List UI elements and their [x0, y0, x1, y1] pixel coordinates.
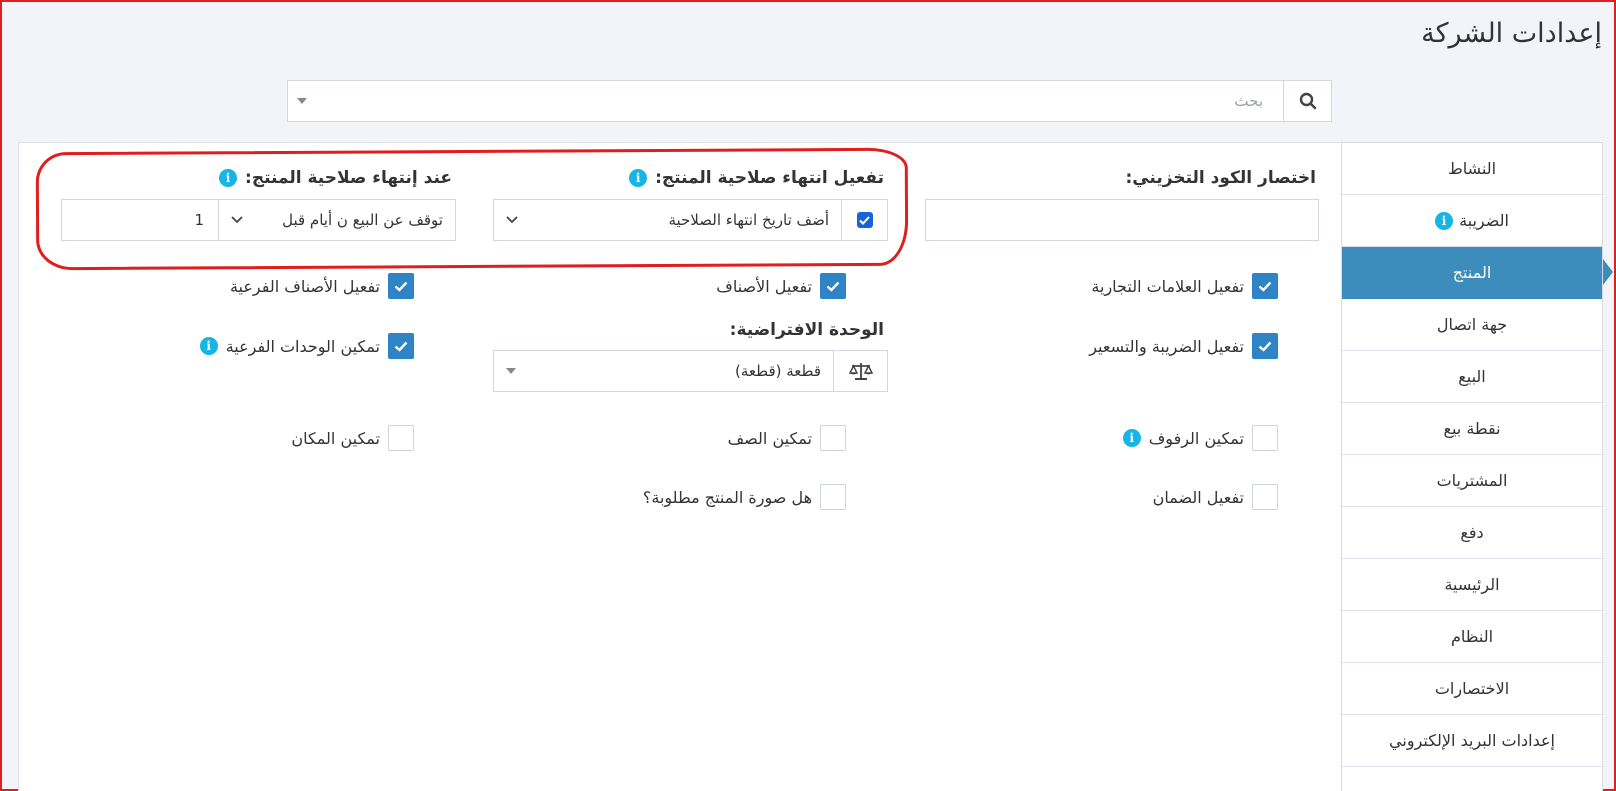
- checkmark-icon: [826, 281, 840, 292]
- enable-tax-pricing-row: تفعيل الضريبة والتسعير: [1089, 333, 1278, 359]
- search-dropdown-toggle[interactable]: [288, 81, 316, 121]
- enable-categories-checkbox[interactable]: [820, 273, 846, 299]
- caret-down-icon: [297, 98, 307, 104]
- expiry-days-input[interactable]: 1: [62, 200, 219, 240]
- enable-sub-units-row: تمكين الوحدات الفرعية i: [199, 333, 414, 359]
- sku-prefix-label: اختصار الكود التخزيني:: [1125, 168, 1316, 188]
- sidebar-item-label: النشاط: [1447, 159, 1497, 178]
- on-expiry-action-select[interactable]: توقف عن البيع ن أيام قبل: [219, 200, 455, 240]
- enable-row-row: تمكين الصف: [728, 425, 846, 451]
- settings-sidebar: النشاط الضريبة i المنتج جهة اتصال البيع …: [1341, 142, 1603, 791]
- checkmark-icon: [856, 212, 873, 228]
- enable-position-checkbox[interactable]: [388, 425, 414, 451]
- sidebar-item-label: النظام: [1450, 627, 1494, 646]
- image-required-checkbox[interactable]: [820, 484, 846, 510]
- enable-warranty-checkbox[interactable]: [1252, 484, 1278, 510]
- info-icon: i: [1435, 211, 1454, 230]
- search-input[interactable]: [316, 81, 1283, 121]
- chevron-down-icon: [231, 216, 243, 224]
- sidebar-item-system[interactable]: النظام: [1342, 611, 1602, 663]
- sidebar-item-partial[interactable]: [1342, 767, 1602, 791]
- enable-warranty-row: تفعيل الضمان: [1153, 484, 1278, 510]
- sidebar-item-label: المنتج: [1452, 263, 1492, 282]
- sidebar-item-contact[interactable]: جهة اتصال: [1342, 299, 1602, 351]
- active-indicator-arrow: [1603, 259, 1613, 285]
- enable-expiry-checkbox[interactable]: [841, 200, 887, 240]
- page-title: إعدادات الشركة: [1421, 18, 1602, 49]
- sku-prefix-input[interactable]: [925, 199, 1319, 241]
- default-unit-group: قطعة (قطعة): [493, 350, 888, 392]
- caret-down-icon: [506, 368, 516, 374]
- search-icon: [1299, 92, 1316, 110]
- sidebar-item-pos[interactable]: نقطة بيع: [1342, 403, 1602, 455]
- sidebar-item-label: الضريبة: [1459, 211, 1509, 230]
- sidebar-item-purchases[interactable]: المشتريات: [1342, 455, 1602, 507]
- enable-position-row: تمكين المكان: [291, 425, 414, 451]
- enable-sub-units-checkbox[interactable]: [388, 333, 414, 359]
- checkmark-icon: [1258, 341, 1272, 352]
- on-expiry-label: عند إنتهاء صلاحية المنتج: i: [219, 168, 452, 188]
- enable-racks-row: تمكين الرفوف i: [1122, 425, 1278, 451]
- scale-addon: [833, 351, 887, 391]
- info-icon: i: [199, 337, 218, 355]
- sidebar-item-sale[interactable]: البيع: [1342, 351, 1602, 403]
- sidebar-item-email-settings[interactable]: إعدادات البريد الإلكتروني: [1342, 715, 1602, 767]
- sidebar-item-label: البيع: [1458, 367, 1486, 386]
- enable-expiry-group: أضف تاريخ انتهاء الصلاحية: [493, 199, 888, 241]
- sidebar-item-label: دفع: [1460, 523, 1484, 542]
- enable-racks-checkbox[interactable]: [1252, 425, 1278, 451]
- sidebar-item-product[interactable]: المنتج: [1342, 247, 1602, 299]
- enable-sub-categories-checkbox[interactable]: [388, 273, 414, 299]
- expiry-type-select[interactable]: أضف تاريخ انتهاء الصلاحية: [494, 200, 841, 240]
- info-icon: i: [1122, 429, 1141, 447]
- enable-brands-row: تفعيل العلامات التجارية: [1091, 273, 1278, 299]
- sidebar-item-label: إعدادات البريد الإلكتروني: [1389, 731, 1555, 750]
- enable-sub-categories-row: تفعيل الأصناف الفرعية: [230, 273, 414, 299]
- on-expiry-group: 1 توقف عن البيع ن أيام قبل: [61, 199, 456, 241]
- sidebar-item-label: جهة اتصال: [1436, 315, 1508, 334]
- sidebar-item-shortcuts[interactable]: الاختصارات: [1342, 663, 1602, 715]
- sidebar-item-payment[interactable]: دفع: [1342, 507, 1602, 559]
- search-button[interactable]: [1283, 81, 1331, 121]
- checkmark-icon: [1258, 281, 1272, 292]
- info-icon: i: [219, 169, 238, 187]
- balance-scale-icon: [848, 363, 873, 380]
- sidebar-item-label: المشتريات: [1436, 471, 1508, 490]
- enable-categories-row: تفعيل الأصناف: [716, 273, 846, 299]
- enable-row-checkbox[interactable]: [820, 425, 846, 451]
- chevron-down-icon: [506, 216, 518, 224]
- enable-brands-checkbox[interactable]: [1252, 273, 1278, 299]
- sidebar-item-label: نقطة بيع: [1443, 419, 1501, 438]
- default-unit-label: الوحدة الافتراضية:: [729, 320, 884, 340]
- checkmark-icon: [394, 341, 408, 352]
- checkmark-icon: [394, 281, 408, 292]
- enable-expiry-label: تفعيل انتهاء صلاحية المنتج: i: [629, 168, 884, 188]
- default-unit-select[interactable]: قطعة (قطعة): [494, 351, 833, 391]
- sidebar-item-label: الرئيسية: [1444, 575, 1500, 594]
- image-required-row: هل صورة المنتج مطلوبة؟: [643, 484, 846, 510]
- info-icon: i: [629, 169, 648, 187]
- sidebar-item-activity[interactable]: النشاط: [1342, 143, 1602, 195]
- sidebar-item-dashboard[interactable]: الرئيسية: [1342, 559, 1602, 611]
- sidebar-item-tax[interactable]: الضريبة i: [1342, 195, 1602, 247]
- sidebar-item-label: الاختصارات: [1434, 679, 1510, 698]
- search-bar: [287, 80, 1332, 122]
- enable-tax-pricing-checkbox[interactable]: [1252, 333, 1278, 359]
